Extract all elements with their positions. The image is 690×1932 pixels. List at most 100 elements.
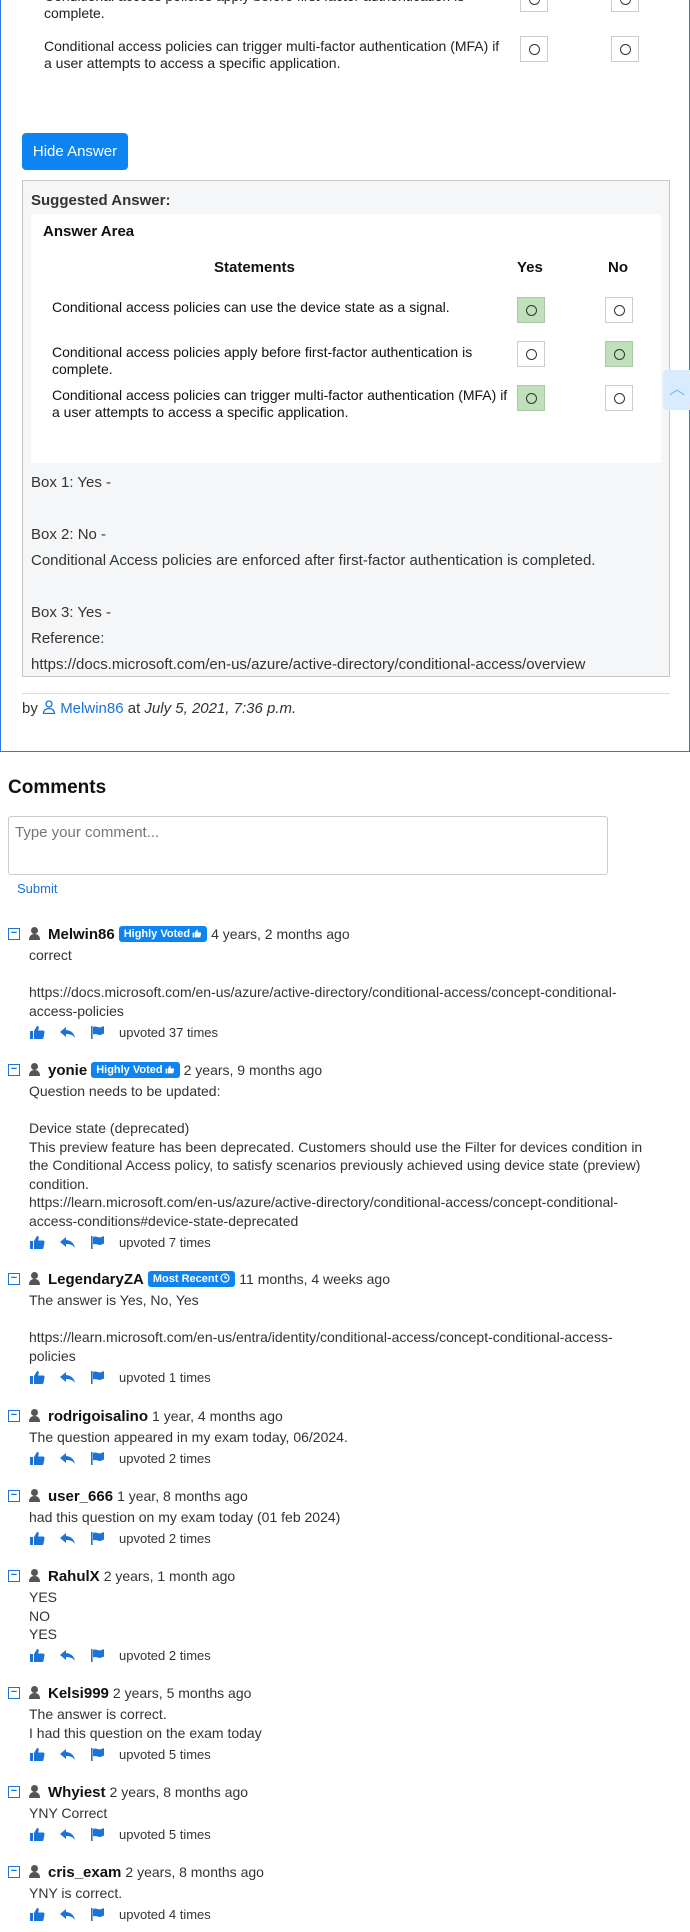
comment-username[interactable]: rodrigoisalino bbox=[48, 1408, 148, 1425]
vote-count: upvoted 2 times bbox=[119, 1451, 211, 1466]
reply-icon[interactable] bbox=[59, 1531, 76, 1546]
comment-username[interactable]: LegendaryZA bbox=[48, 1271, 144, 1288]
reply-icon[interactable] bbox=[59, 1648, 76, 1663]
vote-count: upvoted 5 times bbox=[119, 1746, 211, 1762]
vote-count: upvoted 2 times bbox=[119, 1531, 211, 1546]
report-flag-icon[interactable] bbox=[89, 1025, 106, 1040]
upvote-icon[interactable] bbox=[29, 1451, 46, 1466]
answer-row-1: Conditional access policies can use the … bbox=[52, 299, 450, 315]
reply-icon[interactable] bbox=[59, 1747, 76, 1762]
byline: by Melwin86 at July 5, 2021, 7:36 p.m. bbox=[22, 700, 296, 717]
col-yes: Yes bbox=[517, 259, 543, 276]
report-flag-icon[interactable] bbox=[89, 1370, 106, 1385]
reply-icon[interactable] bbox=[59, 1827, 76, 1842]
comment-username[interactable]: Melwin86 bbox=[48, 926, 115, 943]
user-icon bbox=[28, 1409, 42, 1423]
explanation-box1: Box 1: Yes - bbox=[31, 474, 112, 491]
upvote-icon[interactable] bbox=[29, 1648, 46, 1663]
report-flag-icon[interactable] bbox=[89, 1907, 106, 1922]
comment-body: YNY is correct. bbox=[29, 1884, 679, 1903]
report-flag-icon[interactable] bbox=[89, 1451, 106, 1466]
user-icon bbox=[28, 1686, 42, 1700]
suggested-answer-box: Suggested Answer: Answer Area Statements… bbox=[22, 180, 670, 677]
submit-button[interactable]: Submit bbox=[17, 881, 57, 896]
comment-badge: Highly Voted bbox=[118, 926, 208, 942]
vote-count: upvoted 4 times bbox=[119, 1907, 211, 1922]
collapse-toggle-icon[interactable]: − bbox=[8, 1786, 20, 1798]
comment-username[interactable]: cris_exam bbox=[48, 1864, 121, 1881]
collapse-toggle-icon[interactable]: − bbox=[8, 1866, 20, 1878]
comment-line bbox=[29, 965, 679, 984]
collapse-toggle-icon[interactable]: − bbox=[8, 1273, 20, 1285]
upvote-icon[interactable] bbox=[29, 1370, 46, 1385]
comment-line bbox=[29, 1310, 679, 1329]
question-card: Conditional access policies apply before… bbox=[0, 0, 690, 752]
comment-username[interactable]: Whyiest bbox=[48, 1784, 106, 1801]
col-no: No bbox=[608, 259, 628, 276]
comment-timestamp: 2 years, 9 months ago bbox=[183, 1062, 323, 1078]
comment-username[interactable]: user_666 bbox=[48, 1488, 113, 1505]
collapse-toggle-icon[interactable]: − bbox=[8, 928, 20, 940]
upvote-icon[interactable] bbox=[29, 1907, 46, 1922]
comment-body: Question needs to be updated: Device stat… bbox=[29, 1082, 679, 1230]
comment-badge: Most Recent bbox=[147, 1271, 236, 1287]
comment-line: had this question on my exam today (01 f… bbox=[29, 1509, 341, 1525]
comment-line: access-conditions#device-state-deprecate… bbox=[29, 1212, 299, 1229]
user-icon bbox=[28, 1865, 42, 1879]
comment-line: YES bbox=[29, 1626, 58, 1642]
statement-row-2: Conditional access policies apply before… bbox=[44, 0, 464, 21]
byline-user: Melwin86 bbox=[60, 700, 124, 717]
reply-icon[interactable] bbox=[59, 1025, 76, 1040]
comment-badge: Highly Voted bbox=[91, 1062, 180, 1078]
user-icon bbox=[28, 1063, 42, 1077]
user-icon bbox=[28, 1569, 42, 1583]
reply-icon[interactable] bbox=[59, 1907, 76, 1922]
comment-line: The question appeared in my exam today, … bbox=[29, 1429, 348, 1445]
upvote-icon[interactable] bbox=[29, 1827, 46, 1842]
collapse-toggle-icon[interactable]: − bbox=[8, 1410, 20, 1422]
col-statements: Statements bbox=[214, 259, 295, 276]
comment-line: correct bbox=[29, 947, 72, 963]
reply-icon[interactable] bbox=[59, 1451, 76, 1466]
upvote-icon[interactable] bbox=[29, 1235, 46, 1250]
byline-by: by bbox=[22, 700, 38, 717]
explanation-box3: Box 3: Yes - bbox=[31, 604, 112, 621]
reply-icon[interactable] bbox=[59, 1235, 76, 1250]
collapse-toggle-icon[interactable]: − bbox=[8, 1687, 20, 1699]
byline-user-link[interactable]: Melwin86 bbox=[42, 700, 128, 717]
comment-timestamp: 2 years, 8 months ago bbox=[125, 1864, 264, 1880]
reply-icon[interactable] bbox=[59, 1370, 76, 1385]
report-flag-icon[interactable] bbox=[89, 1531, 106, 1546]
comment-username[interactable]: yonie bbox=[48, 1062, 87, 1079]
scroll-to-top-button[interactable]: ︿ bbox=[663, 370, 690, 410]
statement-row-3: Conditional access policies can trigger … bbox=[44, 38, 500, 71]
report-flag-icon[interactable] bbox=[89, 1235, 106, 1250]
comments-title: Comments bbox=[8, 777, 107, 798]
collapse-toggle-icon[interactable]: − bbox=[8, 1064, 20, 1076]
radio-yes-3[interactable] bbox=[520, 36, 548, 62]
comment-username[interactable]: RahulX bbox=[48, 1568, 100, 1585]
comment-line: NO bbox=[29, 1607, 50, 1624]
answer-area: Answer Area Statements Yes No Conditiona… bbox=[31, 214, 661, 463]
radio-no-2[interactable] bbox=[611, 0, 639, 12]
upvote-icon[interactable] bbox=[29, 1531, 46, 1546]
comment-input[interactable]: Type your comment... bbox=[8, 816, 608, 875]
comment-username[interactable]: Kelsi999 bbox=[48, 1685, 109, 1702]
radio-yes-2[interactable] bbox=[520, 0, 548, 12]
hide-answer-button[interactable]: Hide Answer bbox=[22, 133, 128, 170]
upvote-icon[interactable] bbox=[29, 1747, 46, 1762]
collapse-toggle-icon[interactable]: − bbox=[8, 1570, 20, 1582]
comment-line bbox=[29, 1101, 679, 1120]
divider bbox=[22, 693, 670, 694]
report-flag-icon[interactable] bbox=[89, 1827, 106, 1842]
report-flag-icon[interactable] bbox=[89, 1747, 106, 1762]
explanation-reference-link[interactable]: https://docs.microsoft.com/en-us/azure/a… bbox=[31, 656, 585, 673]
report-flag-icon[interactable] bbox=[89, 1648, 106, 1663]
comment-body: YNY Correct bbox=[29, 1804, 679, 1823]
user-icon bbox=[28, 1489, 42, 1503]
collapse-toggle-icon[interactable]: − bbox=[8, 1490, 20, 1502]
radio-no-3[interactable] bbox=[611, 36, 639, 62]
upvote-icon[interactable] bbox=[29, 1025, 46, 1040]
comment-line: https://learn.microsoft.com/en-us/azure/… bbox=[29, 1194, 619, 1210]
comment-timestamp: 1 year, 4 months ago bbox=[152, 1408, 283, 1424]
